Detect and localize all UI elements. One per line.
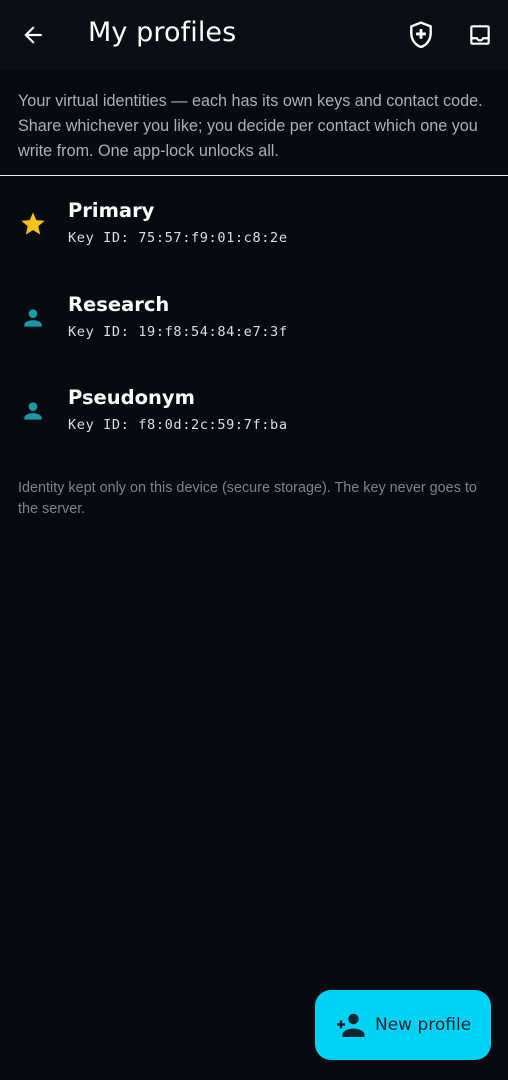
- profile-item-research[interactable]: Research Key ID: 19:f8:54:84:e7:3f: [0, 272, 508, 366]
- profiles-screen: My profiles Your virtual identities — ea…: [0, 0, 508, 1080]
- storage-note: Identity kept only on this device (secur…: [18, 480, 477, 517]
- intro-text: Your virtual identities — each has its o…: [0, 70, 508, 176]
- star-icon: [19, 210, 47, 238]
- profile-name: Research: [68, 292, 170, 316]
- person-icon: [19, 397, 47, 425]
- profile-key-id: Key ID: 75:57:f9:01:c8:2e: [68, 230, 288, 246]
- security-button[interactable]: [397, 11, 445, 59]
- profile-key-id: Key ID: f8:0d:2c:59:7f:ba: [68, 417, 288, 433]
- profile-item-pseudonym[interactable]: Pseudonym Key ID: f8:0d:2c:59:7f:ba: [0, 365, 508, 459]
- profile-name: Pseudonym: [68, 386, 195, 409]
- app-bar: My profiles: [0, 0, 508, 70]
- profile-list: Primary Key ID: 75:57:f9:01:c8:2e Resear…: [0, 178, 508, 459]
- person-add-icon: [337, 1013, 365, 1037]
- profile-name: Primary: [68, 199, 155, 222]
- inbox-button[interactable]: [456, 11, 504, 59]
- back-button[interactable]: [9, 11, 57, 59]
- new-profile-label: New profile: [375, 1015, 472, 1035]
- page-title: My profiles: [88, 17, 237, 48]
- inbox-icon: [470, 25, 490, 45]
- shield-plus-icon: [410, 21, 432, 49]
- profile-item-primary[interactable]: Primary Key ID: 75:57:f9:01:c8:2e: [0, 178, 508, 272]
- person-icon: [19, 304, 47, 332]
- arrow-back-icon: [24, 26, 42, 44]
- profile-key-id: Key ID: 19:f8:54:84:e7:3f: [68, 323, 288, 340]
- new-profile-button[interactable]: New profile: [315, 990, 491, 1060]
